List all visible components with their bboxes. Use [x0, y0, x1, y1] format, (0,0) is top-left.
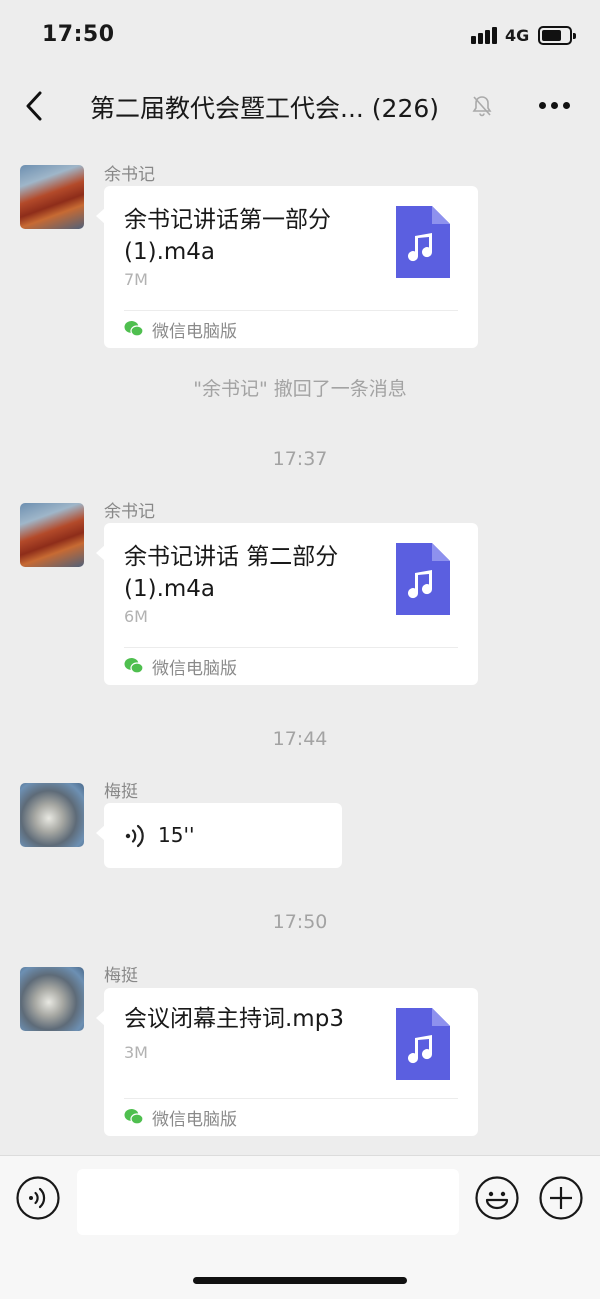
cellular-signal-icon: [471, 27, 499, 44]
divider: [124, 647, 458, 648]
status-time: 17:50: [42, 22, 115, 47]
voice-message[interactable]: 15'': [96, 803, 342, 868]
source-row: 微信电脑版: [124, 654, 237, 679]
timestamp: 17:37: [272, 448, 328, 470]
sender-name: 余书记: [104, 502, 155, 522]
music-file-icon: [396, 543, 450, 615]
source-row: 微信电脑版: [124, 1105, 237, 1130]
wechat-logo-icon: [124, 1109, 144, 1125]
bell-muted-icon: [470, 94, 494, 118]
source-label: 微信电脑版: [152, 321, 237, 342]
voice-duration: 15'': [158, 823, 195, 847]
nav-bar: 第二届教代会暨工代会... (226): [0, 72, 600, 140]
file-name: 余书记讲话第一部分(1).m4a: [124, 207, 331, 265]
divider: [124, 1098, 458, 1099]
input-bar: [0, 1155, 600, 1299]
file-name: 会议闭幕主持词.mp3: [124, 1006, 344, 1032]
timestamp: 17:50: [272, 911, 328, 933]
avatar[interactable]: [20, 967, 84, 1031]
chat-title: 第二届教代会暨工代会... (226): [90, 94, 440, 123]
back-button[interactable]: [20, 86, 52, 126]
music-file-icon: [396, 1008, 450, 1080]
system-message: "余书记" 撤回了一条消息: [193, 378, 407, 400]
avatar[interactable]: [20, 165, 84, 229]
file-size: 6M: [124, 607, 148, 626]
wechat-logo-icon: [124, 658, 144, 674]
source-row: 微信电脑版: [124, 317, 237, 342]
wechat-logo-icon: [124, 321, 144, 337]
file-size: 7M: [124, 270, 148, 289]
file-name: 余书记讲话 第二部分(1).m4a: [124, 544, 339, 602]
emoji-button[interactable]: [475, 1176, 519, 1220]
voice-wave-icon: [125, 824, 144, 848]
file-message[interactable]: 余书记讲话 第二部分(1).m4a 6M 微信电脑版: [96, 523, 478, 685]
plus-icon: [539, 1176, 583, 1220]
status-bar: 17:50 4G: [0, 0, 600, 72]
source-label: 微信电脑版: [152, 1109, 237, 1130]
file-size: 3M: [124, 1043, 148, 1062]
divider: [124, 310, 458, 311]
source-label: 微信电脑版: [152, 658, 237, 679]
file-message[interactable]: 会议闭幕主持词.mp3 3M 微信电脑版: [96, 988, 478, 1136]
voice-input-icon: [16, 1176, 60, 1220]
avatar[interactable]: [20, 783, 84, 847]
sender-name: 余书记: [104, 165, 155, 185]
sender-name: 梅挺: [104, 966, 138, 986]
avatar[interactable]: [20, 503, 84, 567]
emoji-icon: [475, 1176, 519, 1220]
timestamp: 17:44: [272, 728, 328, 750]
battery-icon: [538, 26, 576, 45]
message-input[interactable]: [77, 1169, 459, 1235]
network-type: 4G: [505, 26, 530, 45]
home-indicator[interactable]: [193, 1277, 407, 1284]
more-button[interactable]: [536, 100, 574, 112]
file-message[interactable]: 余书记讲话第一部分(1).m4a 7M 微信电脑版: [96, 186, 478, 348]
voice-input-button[interactable]: [16, 1176, 60, 1220]
chevron-left-icon: [26, 91, 42, 121]
music-file-icon: [396, 206, 450, 278]
sender-name: 梅挺: [104, 782, 138, 802]
plus-button[interactable]: [539, 1176, 583, 1220]
